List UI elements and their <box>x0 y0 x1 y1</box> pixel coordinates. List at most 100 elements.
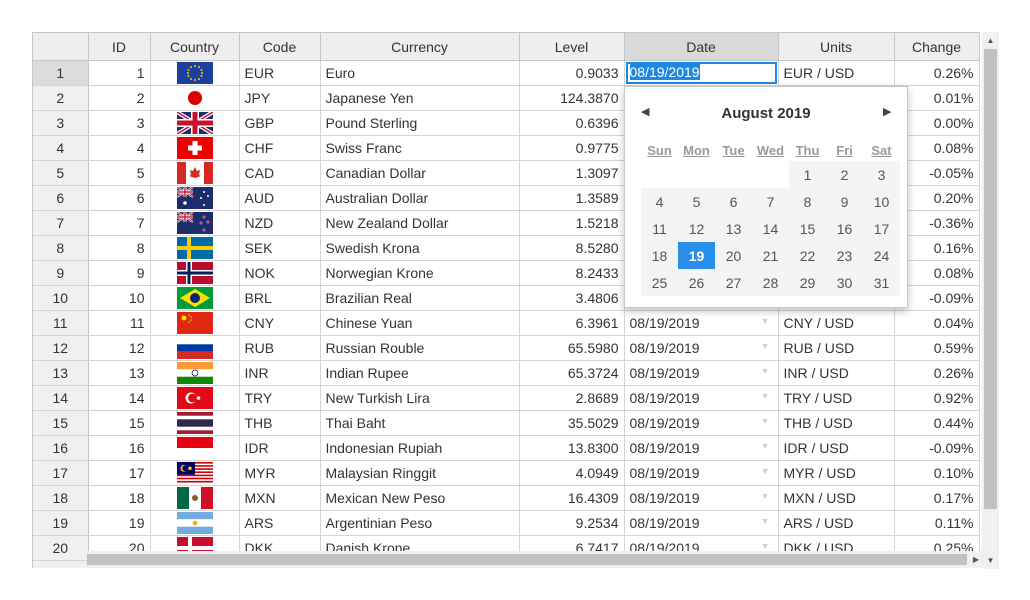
cell-id[interactable]: 6 <box>88 185 151 211</box>
cell-currency[interactable]: Indonesian Rupiah <box>320 435 520 461</box>
cell-code[interactable]: NZD <box>239 210 321 236</box>
scroll-right-icon[interactable]: ▶ <box>973 551 979 568</box>
column-header-units[interactable]: Units <box>778 33 895 61</box>
scroll-up-icon[interactable]: ▲ <box>982 32 999 49</box>
cell-change[interactable]: 0.04% <box>894 310 980 336</box>
cell-units[interactable]: CNY / USD <box>778 310 895 336</box>
cell-date[interactable]: 08/19/2019 ▼ <box>624 385 779 411</box>
cell-currency[interactable]: New Turkish Lira <box>320 385 520 411</box>
column-header-date[interactable]: Date <box>624 33 779 61</box>
cell-code[interactable]: AUD <box>239 185 321 211</box>
row-header[interactable]: 6 <box>33 185 89 211</box>
dropdown-arrow-icon[interactable]: ▼ <box>761 341 770 351</box>
dropdown-arrow-icon[interactable]: ▼ <box>761 541 770 551</box>
cell-code[interactable]: NOK <box>239 260 321 286</box>
date-edit-input[interactable]: 08/19/2019 <box>625 62 777 84</box>
calendar-selected-day[interactable]: 19 <box>678 242 715 269</box>
vertical-scrollbar[interactable]: ▲ ▼ <box>982 32 999 569</box>
cell-country[interactable] <box>150 360 240 386</box>
calendar-day[interactable]: 7 <box>752 188 789 215</box>
cell-units[interactable]: IDR / USD <box>778 435 895 461</box>
table-row[interactable]: 18 18 MXN Mexican New Peso 16.4309 08/19/2019… <box>33 485 980 511</box>
cell-units[interactable]: MXN / USD <box>778 485 895 511</box>
cell-id[interactable]: 10 <box>88 285 151 311</box>
cell-level[interactable]: 1.5218 <box>519 210 625 236</box>
cell-country[interactable] <box>150 110 240 136</box>
cell-code[interactable]: RUB <box>239 335 321 361</box>
cell-level[interactable]: 3.4806 <box>519 285 625 311</box>
cell-code[interactable]: TRY <box>239 385 321 411</box>
cell-country[interactable] <box>150 60 240 86</box>
cell-id[interactable]: 1 <box>88 60 151 86</box>
cell-date[interactable]: 08/19/2019 ▼ <box>624 460 779 486</box>
cell-country[interactable] <box>150 310 240 336</box>
cell-country[interactable] <box>150 410 240 436</box>
cell-currency[interactable]: Swedish Krona <box>320 235 520 261</box>
cell-code[interactable]: CNY <box>239 310 321 336</box>
cell-level[interactable]: 65.3724 <box>519 360 625 386</box>
calendar-day[interactable]: 3 <box>863 161 900 188</box>
calendar-day[interactable]: 9 <box>826 188 863 215</box>
cell-level[interactable]: 9.2534 <box>519 510 625 536</box>
cell-currency[interactable]: Brazilian Real <box>320 285 520 311</box>
column-header-id[interactable]: ID <box>88 33 151 61</box>
column-header-currency[interactable]: Currency <box>320 33 520 61</box>
cell-date[interactable]: 08/19/2019 ▼ <box>624 310 779 336</box>
cell-id[interactable]: 4 <box>88 135 151 161</box>
cell-currency[interactable]: Canadian Dollar <box>320 160 520 186</box>
cell-id[interactable]: 18 <box>88 485 151 511</box>
row-header[interactable]: 4 <box>33 135 89 161</box>
calendar-day[interactable]: 20 <box>715 242 752 269</box>
calendar-day[interactable]: 29 <box>789 269 826 296</box>
cell-level[interactable]: 35.5029 <box>519 410 625 436</box>
cell-level[interactable]: 2.8689 <box>519 385 625 411</box>
column-header-change[interactable]: Change <box>894 33 980 61</box>
cell-change[interactable]: -0.09% <box>894 435 980 461</box>
cell-country[interactable] <box>150 460 240 486</box>
cell-country[interactable] <box>150 335 240 361</box>
cell-currency[interactable]: Argentinian Peso <box>320 510 520 536</box>
cell-country[interactable] <box>150 260 240 286</box>
cell-currency[interactable]: Japanese Yen <box>320 85 520 111</box>
cell-country[interactable] <box>150 185 240 211</box>
row-header[interactable]: 11 <box>33 310 89 336</box>
row-header[interactable]: 3 <box>33 110 89 136</box>
column-header-level[interactable]: Level <box>519 33 625 61</box>
cell-units[interactable]: EUR / USD <box>778 60 895 86</box>
cell-country[interactable] <box>150 510 240 536</box>
cell-change[interactable]: 0.92% <box>894 385 980 411</box>
calendar-day[interactable]: 8 <box>789 188 826 215</box>
calendar-day[interactable]: 5 <box>678 188 715 215</box>
cell-units[interactable]: TRY / USD <box>778 385 895 411</box>
row-header[interactable]: 5 <box>33 160 89 186</box>
cell-date[interactable]: 08/19/2019 ▼ <box>624 435 779 461</box>
cell-level[interactable]: 8.5280 <box>519 235 625 261</box>
cell-id[interactable]: 11 <box>88 310 151 336</box>
cell-id[interactable]: 7 <box>88 210 151 236</box>
cell-currency[interactable]: Australian Dollar <box>320 185 520 211</box>
cell-currency[interactable]: Indian Rupee <box>320 360 520 386</box>
calendar-day[interactable]: 15 <box>789 215 826 242</box>
table-row[interactable]: 11 11 CNY Chinese Yuan 6.3961 08/19/2019 ▼ CNY … <box>33 310 980 336</box>
calendar-day[interactable]: 17 <box>863 215 900 242</box>
calendar-day[interactable]: 23 <box>826 242 863 269</box>
row-header[interactable]: 1 <box>33 60 89 86</box>
cell-country[interactable] <box>150 435 240 461</box>
dropdown-arrow-icon[interactable]: ▼ <box>761 416 770 426</box>
cell-country[interactable] <box>150 135 240 161</box>
cell-units[interactable]: ARS / USD <box>778 510 895 536</box>
cell-country[interactable] <box>150 485 240 511</box>
cell-date-editing[interactable]: 08/19/2019 <box>624 60 779 86</box>
row-header[interactable]: 10 <box>33 285 89 311</box>
row-header[interactable]: 15 <box>33 410 89 436</box>
calendar-day[interactable]: 27 <box>715 269 752 296</box>
row-header[interactable]: 12 <box>33 335 89 361</box>
cell-level[interactable]: 13.8300 <box>519 435 625 461</box>
cell-date[interactable]: 08/19/2019 ▼ <box>624 335 779 361</box>
cell-id[interactable]: 9 <box>88 260 151 286</box>
cell-change[interactable]: 0.44% <box>894 410 980 436</box>
cell-code[interactable]: INR <box>239 360 321 386</box>
row-header[interactable]: 16 <box>33 435 89 461</box>
cell-level[interactable]: 65.5980 <box>519 335 625 361</box>
table-row[interactable]: 13 13 INR Indian Rupee 65.3724 08/19/2019 ▼ INR… <box>33 360 980 386</box>
